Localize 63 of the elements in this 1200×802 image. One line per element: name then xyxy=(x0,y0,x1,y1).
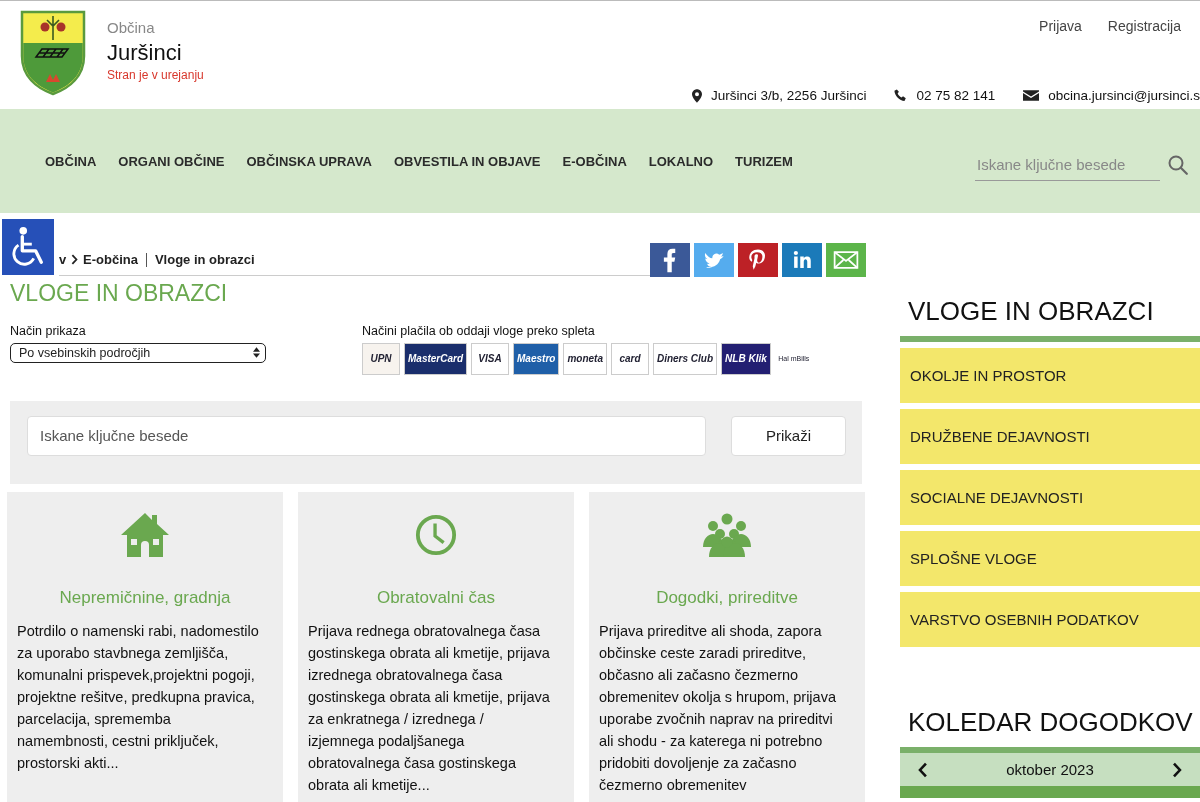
nav-item[interactable]: ORGANI OBČINE xyxy=(107,153,236,169)
payment-logo: card xyxy=(610,342,649,375)
search-field[interactable]: Iskane ključne besede xyxy=(975,149,1160,181)
phone-icon xyxy=(894,89,908,102)
next-month-button[interactable] xyxy=(1172,761,1182,778)
share-button[interactable] xyxy=(650,242,690,277)
envelope-icon xyxy=(1023,90,1040,101)
payment-logo: NLB Klik xyxy=(721,342,771,375)
email-link[interactable]: obcina.jursinci@jursinci.s xyxy=(1048,88,1200,103)
card-description: Prijava prireditve ali shoda, zapora občinske ceste zaradi prireditve, občasno ali začasno čezmerno obremenitev okolja s hrupom, prijava uporabe zvočnih naprav na prireditvi ali shodu - za katerega ni potrebno pridobiti dovoljenje za začasno čezmerno obremenitev xyxy=(598,622,837,795)
nav-item[interactable]: OBČINSKA UPRAVA xyxy=(235,153,383,169)
payment-logo: moneta xyxy=(563,342,607,375)
card-description: Potrdilo o namenski rabi, nadomestilo za uporabo stavbnega zemljišča, komunalni prispevek,projektni pogoji, projektne rešitve, predkupna pravica, parcelacija, sprememba namembnosti, cestni priključek, prostorski akti... xyxy=(16,622,260,773)
page-title: VLOGE IN OBRAZCI xyxy=(10,279,229,307)
field-label: Način prikaza xyxy=(10,323,87,338)
notice-text: Stran je v urejanju xyxy=(107,68,204,82)
up-down-arrows-icon xyxy=(253,347,260,359)
view-mode-select[interactable]: Po vsebinskih področjih xyxy=(10,342,266,363)
site-title: Juršinci xyxy=(107,40,182,66)
chevron-right-icon xyxy=(1172,761,1182,778)
chevron-right-icon xyxy=(71,254,79,266)
category-card[interactable] xyxy=(298,492,574,802)
payment-logo: MasterCard xyxy=(404,342,468,375)
category-card[interactable] xyxy=(589,492,865,802)
clock-icon xyxy=(415,513,457,556)
category-link[interactable]: DRUŽBENE DEJAVNOSTI xyxy=(900,409,1200,464)
field-label: Načini plačila ob oddaji vloge preko spleta xyxy=(362,323,596,338)
show-button[interactable]: Prikaži xyxy=(731,415,846,456)
breadcrumb-item: Vloge in obrazci xyxy=(154,252,255,268)
payment-logo: Maestro xyxy=(513,342,560,375)
nav-item[interactable]: OBČINA xyxy=(34,153,108,169)
section-title: KOLEDAR DOGODKOV xyxy=(908,707,1194,739)
share-button[interactable] xyxy=(782,242,822,277)
nav-item[interactable]: OBVESTILA IN OBJAVE xyxy=(382,153,552,169)
breadcrumb-item[interactable]: E-občina xyxy=(83,252,138,268)
payment-logo: Diners Club xyxy=(652,342,718,375)
payment-logo: VISA xyxy=(471,342,510,375)
address-text: Juršinci 3/b, 2256 Juršinci xyxy=(711,88,867,103)
payment-logo: UPN xyxy=(362,342,400,375)
calendar-month: oktober 2023 xyxy=(1006,761,1094,778)
people-icon xyxy=(701,512,753,557)
category-link[interactable]: SOCIALNE DEJAVNOSTI xyxy=(900,470,1200,525)
coat-of-arms-icon xyxy=(20,10,86,96)
category-card[interactable] xyxy=(7,492,283,802)
section-title: VLOGE IN OBRAZCI xyxy=(908,296,1155,328)
nav-item[interactable]: E-OBČINA xyxy=(551,153,638,169)
breadcrumb-item[interactable]: v xyxy=(59,252,67,268)
card-description: Prijava rednega obratovalnega časa gostinskega obrata ali kmetije, prijava izrednega obratovalnega časa gostinskega obrata ali kmetije, prijava za enkratnega / izrednega / izjemnega podaljšanega obratovalnega časa gostinskega obrata ali kmetije... xyxy=(307,622,551,795)
location-pin-icon xyxy=(692,88,703,103)
nav-item[interactable]: TURIZEM xyxy=(724,153,804,169)
search-icon xyxy=(1168,155,1188,175)
phone-text: 02 75 82 141 xyxy=(916,88,996,103)
share-button[interactable] xyxy=(738,242,778,277)
previous-month-button[interactable] xyxy=(918,761,928,778)
accessibility-button[interactable] xyxy=(2,219,54,275)
municipality-label: Občina xyxy=(107,19,155,36)
category-link[interactable]: OKOLJE IN PROSTOR xyxy=(900,348,1200,403)
register-link[interactable]: Registracija xyxy=(1107,18,1181,34)
nav-item[interactable]: LOKALNO xyxy=(637,153,725,169)
login-link[interactable]: Prijava xyxy=(1039,18,1082,34)
category-link[interactable]: VARSTVO OSEBNIH PODATKOV xyxy=(900,592,1200,647)
chevron-left-icon xyxy=(918,761,928,778)
category-link[interactable]: SPLOŠNE VLOGE xyxy=(900,531,1200,586)
